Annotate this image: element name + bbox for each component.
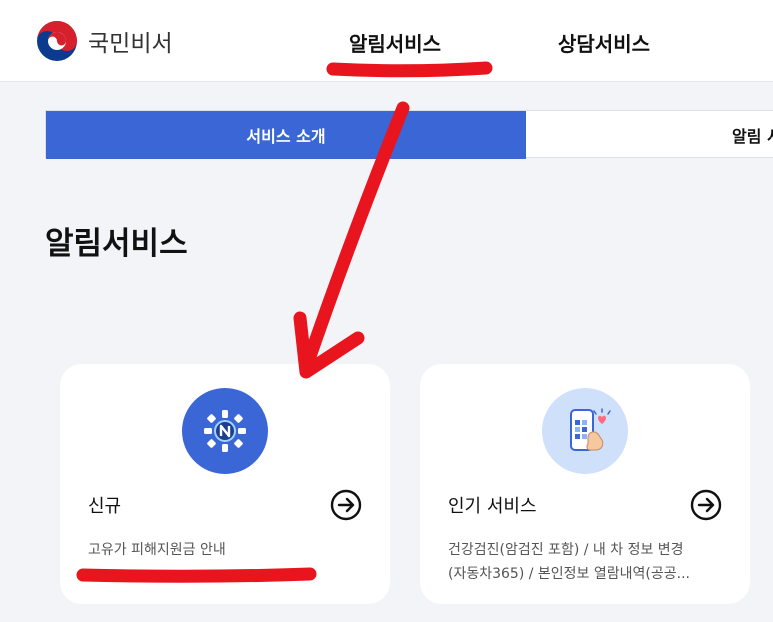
- taegeuk-logo-icon: [37, 21, 77, 61]
- nav-consultation-service[interactable]: 상담서비스: [558, 28, 650, 57]
- new-service-card[interactable]: 신규 고유가 피해지원금 안내: [60, 364, 390, 604]
- card-description-line[interactable]: 건강검진(암검진 포함) / 내 차 정보 변경: [448, 542, 684, 558]
- card-title: 인기 서비스: [448, 496, 537, 517]
- tab-bar: 알림 서비스 서비스 소개: [45, 110, 773, 159]
- card-title: 신규: [88, 496, 122, 517]
- card-icon-circle: [182, 388, 268, 474]
- phone-heart-icon: [570, 408, 611, 451]
- arrow-right-circle-icon[interactable]: [690, 489, 722, 521]
- page-title: 알림서비스: [45, 226, 188, 262]
- tab-service-intro[interactable]: 서비스 소개: [46, 111, 526, 159]
- nav-notification-service[interactable]: 알림서비스: [349, 28, 441, 57]
- arrow-right-circle-icon[interactable]: [330, 489, 362, 521]
- n-badge-icon: [204, 410, 246, 452]
- card-icon-circle: [542, 388, 628, 474]
- logo-text: 국민비서: [88, 31, 173, 57]
- header: 국민비서 알림서비스 상담서비스: [0, 0, 773, 82]
- tab-notification-service[interactable]: 알림 서비스: [732, 111, 773, 159]
- card-description-line[interactable]: (자동차365) / 본인정보 열람내역(공공...: [448, 566, 690, 582]
- popular-service-card[interactable]: 인기 서비스 건강검진(암검진 포함) / 내 차 정보 변경 (자동차365)…: [420, 364, 750, 604]
- card-description-line[interactable]: 고유가 피해지원금 안내: [88, 542, 226, 558]
- card-description: 고유가 피해지원금 안내: [88, 538, 370, 562]
- card-description: 건강검진(암검진 포함) / 내 차 정보 변경 (자동차365) / 본인정보…: [448, 538, 730, 586]
- logo[interactable]: 국민비서: [36, 20, 173, 62]
